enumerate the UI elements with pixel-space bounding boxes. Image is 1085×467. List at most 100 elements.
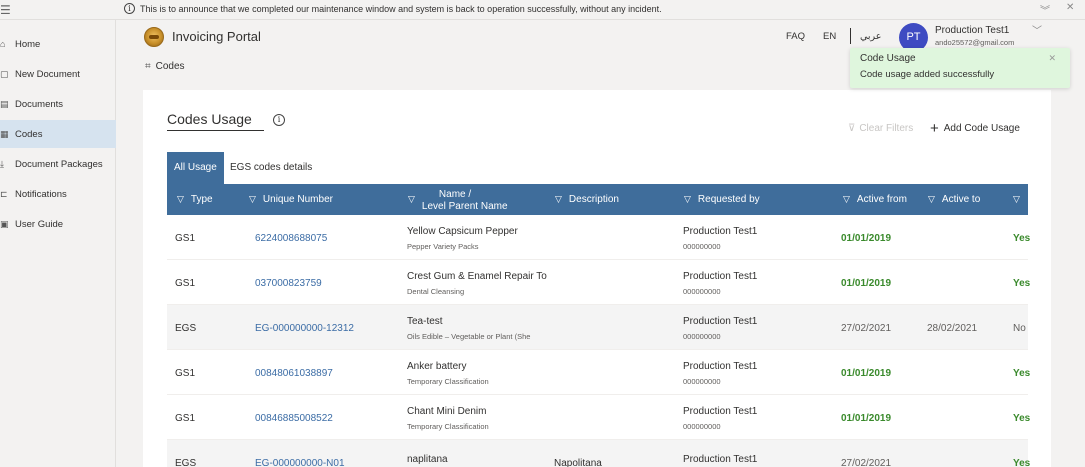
- cell-active-from: 01/01/2019: [841, 278, 892, 289]
- cell-description: Napolitana: [554, 458, 602, 467]
- portal-logo[interactable]: [144, 27, 164, 47]
- filter-icon[interactable]: ▽: [928, 194, 935, 205]
- codes-icon: ▦: [0, 128, 9, 139]
- announcement: i This is to announce that we completed …: [124, 3, 662, 14]
- cell-unique-number[interactable]: 00848061038897: [255, 368, 333, 379]
- sidebar-item-new-document[interactable]: ▢ New Document: [0, 60, 116, 88]
- cell-type: GS1: [175, 368, 196, 379]
- table-row[interactable]: GS1 00848061038897 Anker battery Tempora…: [167, 350, 1030, 395]
- cell-active-from: 01/01/2019: [841, 368, 892, 379]
- column-header-status[interactable]: ▽: [1013, 184, 1027, 215]
- cell-name: Yellow Capsicum Pepper: [407, 226, 518, 237]
- new-document-icon: ▢: [0, 68, 9, 79]
- breadcrumb-label[interactable]: Codes: [156, 61, 185, 72]
- header-divider: [850, 28, 851, 44]
- column-header-name[interactable]: ▽ Name / Level Parent Name: [408, 184, 508, 215]
- toast-title: Code Usage: [860, 53, 916, 64]
- cell-active-from: 27/02/2021: [841, 323, 892, 334]
- cell-status: Yes: [1013, 458, 1031, 467]
- column-header-active-from[interactable]: ▽ Active from: [843, 184, 907, 215]
- faq-link[interactable]: FAQ: [786, 31, 805, 42]
- filter-clear-icon: ⊽: [848, 123, 856, 134]
- filter-icon[interactable]: ▽: [1013, 194, 1020, 205]
- sidebar-item-document-packages[interactable]: ⤓ Document Packages: [0, 150, 116, 178]
- chevron-down-icon[interactable]: ﹀: [1032, 22, 1042, 37]
- cell-name: Crest Gum & Enamel Repair To: [407, 271, 547, 282]
- portal-title: Invoicing Portal: [172, 29, 261, 44]
- filter-icon[interactable]: ▽: [684, 194, 691, 205]
- sidebar-item-home[interactable]: ⌂ Home: [0, 30, 116, 58]
- cell-name: Tea-test: [407, 316, 443, 327]
- language-en-button[interactable]: EN: [823, 31, 836, 42]
- cell-unique-number[interactable]: EG-000000000-N01: [255, 458, 345, 467]
- table-row[interactable]: GS1 6224008688075 Yellow Capsicum Pepper…: [167, 215, 1031, 260]
- cell-status: No: [1013, 323, 1026, 334]
- add-code-usage-button[interactable]: + Add Code Usage: [930, 121, 1020, 136]
- codes-icon: ⌗: [145, 61, 151, 72]
- close-icon[interactable]: ✕: [1048, 53, 1056, 64]
- codes-usage-panel: Codes Usage i ⊽ Clear Filters + Add Code…: [143, 90, 1051, 467]
- page-title: Codes Usage: [167, 111, 264, 131]
- cell-requested-by: Production Test1: [683, 271, 758, 282]
- tab-egs-codes-details[interactable]: EGS codes details: [223, 152, 319, 184]
- success-toast: Code Usage Code usage added successfully…: [850, 48, 1070, 88]
- close-icon[interactable]: ✕: [1066, 2, 1074, 13]
- table-row[interactable]: GS1 00846885008522 Chant Mini Denim Temp…: [167, 395, 1030, 440]
- cell-type: GS1: [175, 233, 196, 244]
- cell-type: GS1: [175, 413, 196, 424]
- column-header-description[interactable]: ▽ Description: [555, 184, 619, 215]
- table-row[interactable]: GS1 037000823759 Crest Gum & Enamel Repa…: [167, 260, 1030, 305]
- language-ar-button[interactable]: عربي: [860, 31, 881, 42]
- cell-requester-id: 000000000: [683, 287, 721, 296]
- table-row[interactable]: EGS EG-000000000-N01 naplitana Napolitan…: [167, 440, 1031, 467]
- collapse-icon[interactable]: ︾: [1040, 2, 1050, 17]
- cell-unique-number[interactable]: 00846885008522: [255, 413, 333, 424]
- announcement-text: This is to announce that we completed ou…: [140, 3, 662, 14]
- cell-parent-name: Pepper Variety Packs: [407, 242, 479, 251]
- info-icon[interactable]: i: [273, 114, 285, 126]
- cell-name: Chant Mini Denim: [407, 406, 487, 417]
- sidebar-item-notifications[interactable]: ⊏ Notifications: [0, 180, 116, 208]
- cell-status: Yes: [1013, 233, 1031, 244]
- cell-active-from: 27/02/2021: [841, 458, 892, 467]
- cell-active-from: 01/01/2019: [841, 233, 892, 244]
- cell-requested-by: Production Test1: [683, 406, 758, 417]
- download-icon: ⤓: [0, 158, 4, 169]
- cell-name: naplitana: [407, 454, 448, 465]
- clear-filters-button[interactable]: ⊽ Clear Filters: [848, 123, 913, 134]
- menu-icon[interactable]: ☰: [0, 3, 12, 17]
- column-header-active-to[interactable]: ▽ Active to: [928, 184, 980, 215]
- cell-requested-by: Production Test1: [683, 454, 758, 465]
- cell-requester-id: 000000000: [683, 242, 721, 251]
- toast-message: Code usage added successfully: [860, 69, 995, 80]
- column-header-requested-by[interactable]: ▽ Requested by: [684, 184, 760, 215]
- cell-parent-name: Temporary Classification: [407, 377, 489, 386]
- cell-requested-by: Production Test1: [683, 226, 758, 237]
- sidebar-item-documents[interactable]: ▤ Documents: [0, 90, 116, 118]
- cell-type: GS1: [175, 278, 196, 289]
- filter-icon[interactable]: ▽: [555, 194, 562, 205]
- filter-icon[interactable]: ▽: [408, 194, 415, 205]
- sidebar-item-codes[interactable]: ▦ Codes: [0, 120, 116, 148]
- cell-unique-number[interactable]: 037000823759: [255, 278, 322, 289]
- cell-requester-id: 000000000: [683, 422, 721, 431]
- filter-icon[interactable]: ▽: [843, 194, 850, 205]
- cell-type: EGS: [175, 323, 197, 334]
- cell-parent-name: Temporary Classification: [407, 422, 489, 431]
- sidebar-item-user-guide[interactable]: ▣ User Guide: [0, 210, 116, 238]
- cell-requester-id: 000000000: [683, 377, 721, 386]
- announcement-bar: ☰ i This is to announce that we complete…: [0, 0, 1085, 20]
- column-header-type[interactable]: ▽ Type: [177, 184, 213, 215]
- filter-icon[interactable]: ▽: [249, 194, 256, 205]
- user-name[interactable]: Production Test1: [935, 25, 1009, 36]
- column-header-unique-number[interactable]: ▽ Unique Number: [249, 184, 333, 215]
- table-row[interactable]: EGS EG-000000000-12312 Tea-test Oils Edi…: [167, 305, 1028, 350]
- cell-unique-number[interactable]: EG-000000000-12312: [255, 323, 354, 334]
- cell-parent-name: Oils Edible – Vegetable or Plant (She: [407, 332, 531, 341]
- cell-active-to: 28/02/2021: [927, 323, 978, 334]
- filter-icon[interactable]: ▽: [177, 194, 184, 205]
- cell-unique-number[interactable]: 6224008688075: [255, 233, 327, 244]
- table-header: ▽ Type ▽ Unique Number ▽ Name / Level Pa…: [167, 184, 1028, 215]
- home-icon: ⌂: [0, 39, 6, 49]
- tab-all-usage[interactable]: All Usage: [167, 152, 224, 184]
